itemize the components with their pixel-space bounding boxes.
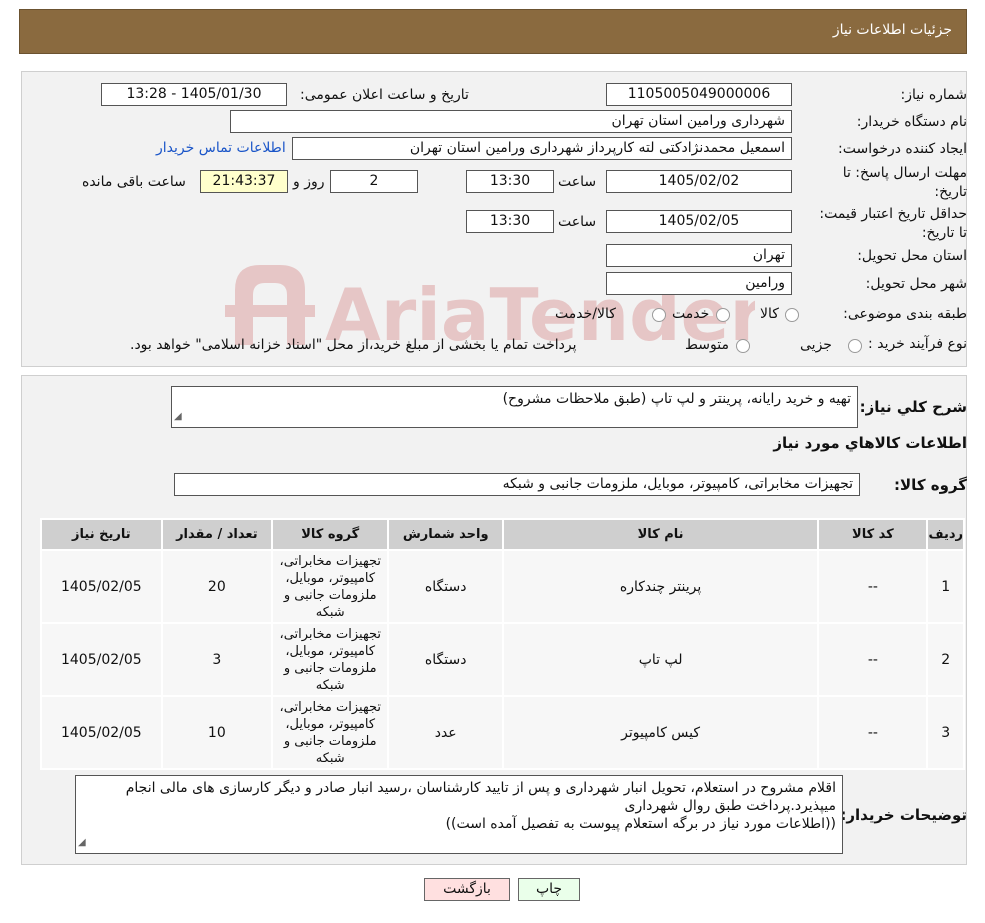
cell-unit: دستگاه: [387, 622, 504, 697]
announce-label: تاریخ و ساعت اعلان عمومی:: [300, 87, 469, 103]
cell-qty: 3: [160, 622, 273, 697]
cell-code: --: [817, 622, 929, 697]
cell-row: 2: [926, 622, 965, 697]
cell-unit: دستگاه: [387, 549, 504, 624]
city-label: شهر محل تحویل:: [865, 276, 967, 292]
cell-unit: عدد: [387, 695, 504, 770]
price-validity-date-field: 1405/02/05: [606, 210, 792, 233]
cell-qty: 10: [160, 695, 273, 770]
cell-group: تجهیزات مخابراتی، کامپیوتر، موبایل، ملزو…: [270, 549, 390, 624]
requester-label: ایجاد کننده درخواست:: [838, 141, 967, 157]
notes-label: توضیحات خریدار:: [840, 806, 967, 824]
cell-date: 1405/02/05: [40, 622, 163, 697]
summary-label: شرح کلي نياز:: [859, 398, 967, 416]
cell-row: 1: [926, 549, 965, 624]
cell-group: تجهیزات مخابراتی، کامپیوتر، موبایل، ملزو…: [270, 695, 390, 770]
col-row-header: ردیف: [926, 518, 965, 551]
summary-field: تهیه و خرید رایانه، پرینتر و لپ تاپ (طبق…: [171, 386, 858, 428]
group-label: گروه کالا:: [894, 476, 967, 494]
notes-field: اقلام مشروح در استعلام، تحویل انبار شهرد…: [75, 775, 843, 854]
announce-datetime-field: 1405/01/30 - 13:28: [101, 83, 287, 106]
table-row: 1 -- پرینتر چندکاره دستگاه تجهیزات مخابر…: [40, 549, 965, 624]
cell-row: 3: [926, 695, 965, 770]
cell-name: لپ تاپ: [501, 622, 820, 697]
province-label: استان محل تحویل:: [857, 248, 967, 264]
process-minor-label: جزیی: [800, 337, 832, 353]
remaining-time-field: 21:43:37: [200, 170, 288, 193]
province-field: تهران: [606, 244, 792, 267]
reply-time-label: ساعت: [558, 174, 597, 190]
col-unit-header: واحد شمارش: [387, 518, 504, 551]
cell-code: --: [817, 549, 929, 624]
process-label: نوع فرآیند خرید :: [868, 336, 967, 352]
buyer-contact-link[interactable]: اطلاعات تماس خریدار: [156, 140, 286, 156]
cell-date: 1405/02/05: [40, 549, 163, 624]
group-field: تجهیزات مخابراتی، کامپیوتر، موبایل، ملزو…: [174, 473, 860, 496]
summary-text: تهیه و خرید رایانه، پرینتر و لپ تاپ (طبق…: [502, 391, 851, 407]
print-button[interactable]: چاپ: [518, 878, 580, 901]
category-goods-label: کالا: [760, 306, 779, 322]
category-both-radio[interactable]: [652, 308, 666, 322]
process-minor-radio[interactable]: [848, 339, 862, 353]
city-field: ورامین: [606, 272, 792, 295]
notes-line-1: اقلام مشروح در استعلام، تحویل انبار شهرد…: [125, 780, 836, 814]
category-service-label: خدمت: [672, 306, 710, 322]
price-time-label: ساعت: [558, 214, 597, 230]
table-header-row: ردیف کد کالا نام کالا واحد شمارش گروه کا…: [40, 518, 965, 551]
remaining-time-label: ساعت باقی مانده: [82, 174, 186, 190]
col-qty-header: تعداد / مقدار: [160, 518, 273, 551]
notes-line-2: ((اطلاعات مورد نیاز در برگه استعلام پیوس…: [445, 816, 836, 832]
cell-qty: 20: [160, 549, 273, 624]
col-name-header: نام کالا: [501, 518, 820, 551]
buyer-org-label: نام دستگاه خریدار:: [856, 114, 967, 130]
items-heading: اطلاعات کالاهاي مورد نياز: [773, 434, 967, 452]
need-number-label: شماره نیاز:: [900, 87, 968, 103]
price-validity-time-field: 13:30: [466, 210, 554, 233]
back-button[interactable]: بازگشت: [424, 878, 510, 901]
col-group-header: گروه کالا: [270, 518, 390, 551]
reply-date-field: 1405/02/02: [606, 170, 792, 193]
cell-name: کیس کامپیوتر: [501, 695, 820, 770]
cell-code: --: [817, 695, 929, 770]
table-row: 2 -- لپ تاپ دستگاه تجهیزات مخابراتی، کام…: [40, 622, 965, 697]
reply-deadline-label: مهلت ارسال پاسخ: تا تاریخ:: [842, 165, 967, 200]
process-medium-radio[interactable]: [736, 339, 750, 353]
col-code-header: کد کالا: [817, 518, 929, 551]
process-medium-label: متوسط: [685, 337, 729, 353]
cell-date: 1405/02/05: [40, 695, 163, 770]
reply-time-field: 13:30: [466, 170, 554, 193]
buyer-org-field: شهرداری ورامین استان تهران: [230, 110, 792, 133]
category-both-label: کالا/خدمت: [555, 306, 616, 322]
requester-field: اسمعیل محمدنژادکتی لته کارپرداز شهرداری …: [292, 137, 792, 160]
category-label: طبقه بندی موضوعی:: [843, 306, 967, 322]
table-row: 3 -- کیس کامپیوتر عدد تجهیزات مخابراتی، …: [40, 695, 965, 770]
treasury-note: پرداخت تمام یا بخشی از مبلغ خرید،از محل …: [130, 337, 577, 353]
price-validity-label: حداقل تاریخ اعتبار قیمت: تا تاریخ:: [819, 206, 967, 241]
cell-group: تجهیزات مخابراتی، کامپیوتر، موبایل، ملزو…: [270, 622, 390, 697]
page-title: جزئیات اطلاعات نیاز: [832, 22, 952, 38]
need-number-field: 1105005049000006: [606, 83, 792, 106]
col-date-header: تاریخ نیاز: [40, 518, 163, 551]
page-header: جزئیات اطلاعات نیاز: [19, 9, 967, 54]
days-remaining-field: 2: [330, 170, 418, 193]
category-service-radio[interactable]: [716, 308, 730, 322]
cell-name: پرینتر چندکاره: [501, 549, 820, 624]
resize-grip-icon[interactable]: ◢: [78, 834, 86, 852]
days-label: روز و: [293, 174, 325, 190]
items-table: ردیف کد کالا نام کالا واحد شمارش گروه کا…: [40, 518, 965, 770]
category-goods-radio[interactable]: [785, 308, 799, 322]
resize-grip-icon[interactable]: ◢: [174, 408, 182, 426]
